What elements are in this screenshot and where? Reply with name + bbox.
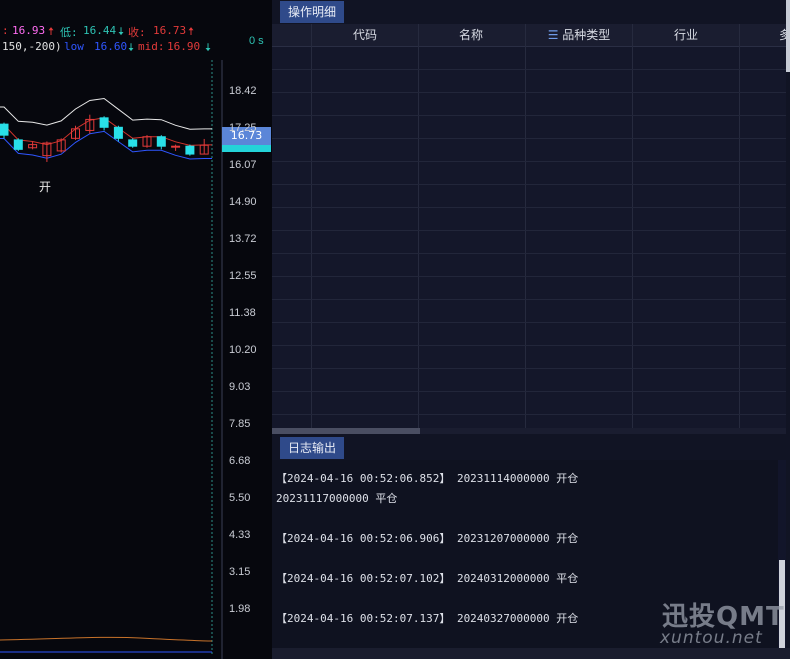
indicator-params: 150,-200) [2,40,62,53]
lower-band-value: 16.60 [94,40,128,53]
candle-body [113,126,123,139]
volume-line [0,636,213,642]
candle-body [171,145,181,148]
log-line: 20231117000000 平仓 [276,492,398,505]
axis-tick-label: 11.38 [229,306,256,319]
row-divider [272,391,786,392]
row-divider [272,115,786,116]
column-header-code[interactable]: 代码 [312,24,418,46]
column-header-type[interactable]: ☰ 品种类型 [526,24,632,46]
lower-band-line [0,130,212,160]
operation-detail-table[interactable]: 代码 名称 ☰ 品种类型 行业 多 [272,24,786,428]
table-horizontal-scrollbar[interactable] [272,428,786,434]
row-divider [272,253,786,254]
lower-band-label: low [64,40,84,53]
kline-chart-pane[interactable]: : 16.93 🠅 低: 16.44 🠇 收: 16.73 🠅 150,-200… [0,0,272,659]
candle-body [13,139,23,150]
log-line: 【2024-04-16 00:52:06.852】 20231114000000… [276,472,579,485]
column-header-name[interactable]: 名称 [418,24,524,46]
open-marker: 开 [39,180,52,194]
scrollbar-thumb[interactable] [272,428,420,434]
right-edge-scrollbar[interactable] [786,0,790,72]
mid-band-value: 16.90 [167,40,201,53]
log-line: 【2024-04-16 00:52:06.906】 20231207000000… [276,532,579,545]
row-divider [272,368,786,369]
row-divider [272,138,786,139]
current-price-band [222,145,271,152]
high-sep: : [2,24,9,37]
low-value: 16.44 [83,24,117,37]
high-value: 16.93 [12,24,46,37]
row-divider [272,299,786,300]
tab-log-output[interactable]: 日志输出 [280,437,345,459]
row-divider [272,69,786,70]
low-label: 低: [60,26,78,39]
axis-tick-label: 13.72 [229,233,257,246]
kline-chart[interactable] [0,0,272,659]
candle-body [128,139,138,147]
mid-band-label: mid: [138,40,165,53]
column-header-more[interactable]: 多 [778,24,786,46]
axis-tick-label: 18.42 [229,85,257,97]
chart-header: : 16.93 🠅 低: 16.44 🠇 收: 16.73 🠅 150,-200… [0,0,272,54]
watermark-url: xuntou.net [660,628,763,648]
axis-tick-label: 4.33 [229,528,251,541]
axis-tick-label: 16.07 [229,159,257,172]
log-line: 【2024-04-16 00:52:07.102】 20240312000000… [276,572,579,585]
row-divider [272,161,786,162]
axis-tick-label: 9.03 [229,380,251,393]
row-divider [272,184,786,185]
tab-operation-detail[interactable]: 操作明细 [280,1,345,23]
candle-body [0,123,9,136]
row-divider [272,414,786,415]
axis-tick-label: 6.68 [229,454,251,467]
row-divider [272,92,786,93]
close-label: 收: [128,26,146,39]
column-header-industry[interactable]: 行业 [632,24,740,46]
row-divider [272,276,786,277]
row-divider [272,322,786,323]
sort-icon[interactable]: ☰ [548,28,559,42]
axis-tick-label: 12.55 [229,269,257,282]
axis-tick-label: 5.50 [229,492,251,505]
axis-tick-label: 1.98 [229,603,251,615]
candle-body [156,136,166,147]
candle-body [99,117,109,128]
arrow-down-icon: 🠇 [128,41,135,54]
axis-tick-label: 17.25 [229,121,257,134]
axis-tick-label: 10.20 [229,344,257,356]
arrow-down-icon: 🠇 [205,41,212,54]
axis-tick-label: 7.85 [229,418,251,431]
bottom-status-bar [272,648,790,659]
row-divider [272,207,786,208]
candle-body [185,145,195,155]
row-divider [272,345,786,346]
axis-tick-label: 3.15 [229,566,251,579]
log-line: 【2024-04-16 00:52:07.137】 20240327000000… [276,612,579,625]
row-divider [272,230,786,231]
axis-tick-label: 14.90 [229,195,257,208]
column-header-type-label: 品种类型 [562,28,611,42]
timer-label: 0 s [249,35,264,47]
close-value: 16.73 [153,24,187,37]
